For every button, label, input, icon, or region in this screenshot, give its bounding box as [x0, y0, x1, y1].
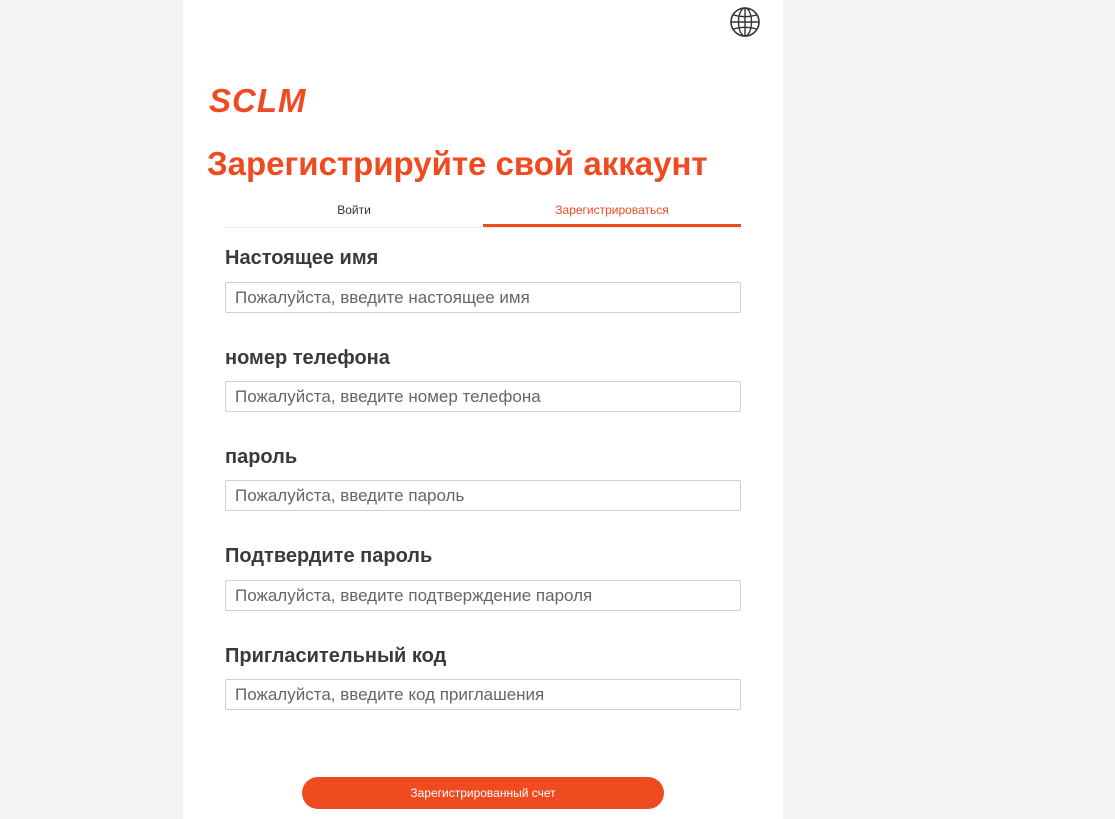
tab-register[interactable]: Зарегистрироваться — [483, 195, 741, 227]
brand-logo: SCLM — [209, 82, 307, 119]
globe-icon[interactable] — [729, 6, 761, 38]
phone-input[interactable] — [225, 381, 741, 412]
tab-login[interactable]: Войти — [225, 195, 483, 227]
password-input[interactable] — [225, 480, 741, 511]
confirm-password-label: Подтвердите пароль — [225, 545, 433, 567]
page-title: Зарегистрируйте свой аккаунт — [207, 145, 708, 182]
confirm-password-input[interactable] — [225, 580, 741, 611]
real-name-label: Настоящее имя — [225, 247, 379, 269]
password-label: пароль — [225, 446, 298, 468]
real-name-input[interactable] — [225, 282, 741, 313]
invite-code-label: Пригласительный код — [225, 645, 447, 667]
phone-label: номер телефона — [225, 347, 390, 369]
register-panel: SCLM Зарегистрируйте свой аккаунт Войти … — [183, 0, 783, 819]
auth-tabs: Войти Зарегистрироваться — [225, 195, 741, 228]
register-submit-button[interactable]: Зарегистрированный счет — [302, 777, 664, 809]
invite-code-input[interactable] — [225, 679, 741, 710]
